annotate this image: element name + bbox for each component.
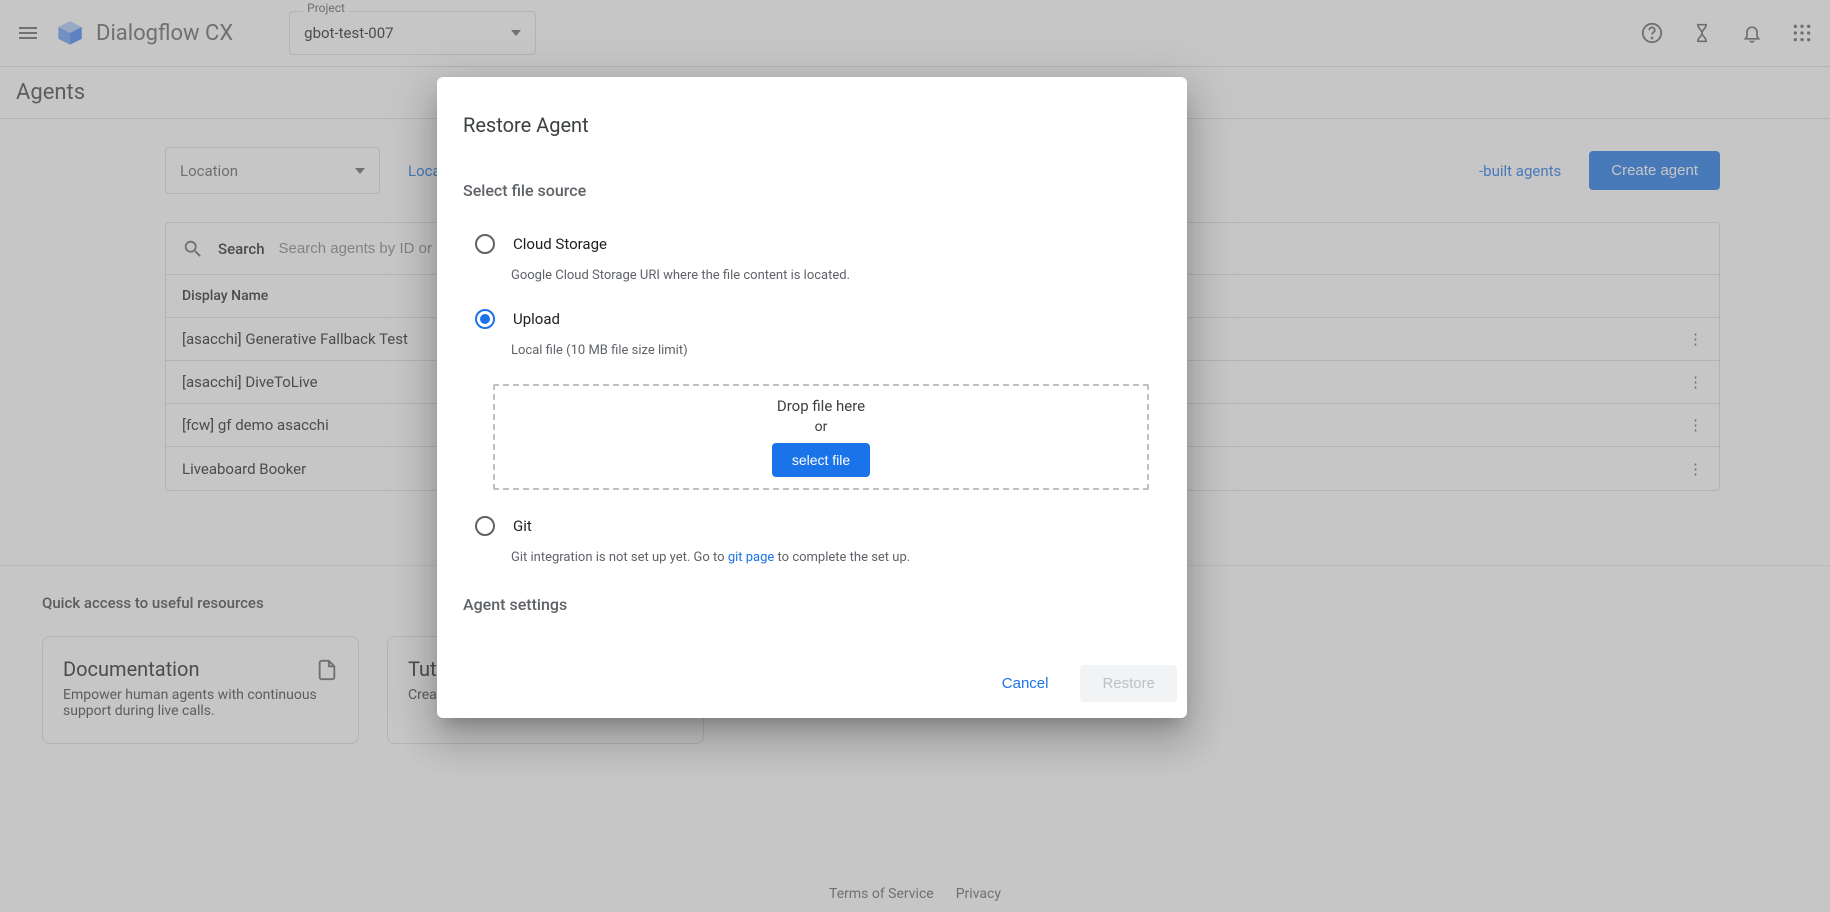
restore-button: Restore [1080,665,1177,702]
radio-icon[interactable] [475,516,495,536]
git-page-link[interactable]: git page [728,550,775,565]
drop-or: or [815,419,828,435]
modal-section-settings: Agent settings [463,595,1161,614]
modal-section-source: Select file source [463,181,1161,200]
radio-cloud-storage[interactable]: Cloud Storage [463,234,1161,254]
drop-text: Drop file here [777,397,865,415]
radio-icon[interactable] [475,309,495,329]
radio-git[interactable]: Git [463,516,1161,536]
cancel-button[interactable]: Cancel [988,665,1063,702]
radio-upload[interactable]: Upload [463,309,1161,329]
radio-icon[interactable] [475,234,495,254]
radio-label: Git [513,517,532,535]
git-desc: Git integration is not set up yet. Go to… [463,550,1161,565]
radio-label: Cloud Storage [513,235,607,253]
radio-label: Upload [513,310,560,328]
file-dropzone[interactable]: Drop file here or select file [493,384,1149,490]
upload-desc: Local file (10 MB file size limit) [463,343,1161,358]
restore-agent-modal: Restore Agent Select file source Cloud S… [437,77,1187,718]
modal-title: Restore Agent [463,113,1161,137]
modal-footer: Cancel Restore [437,648,1187,718]
cloud-storage-desc: Google Cloud Storage URI where the file … [463,268,1161,283]
select-file-button[interactable]: select file [772,443,870,477]
